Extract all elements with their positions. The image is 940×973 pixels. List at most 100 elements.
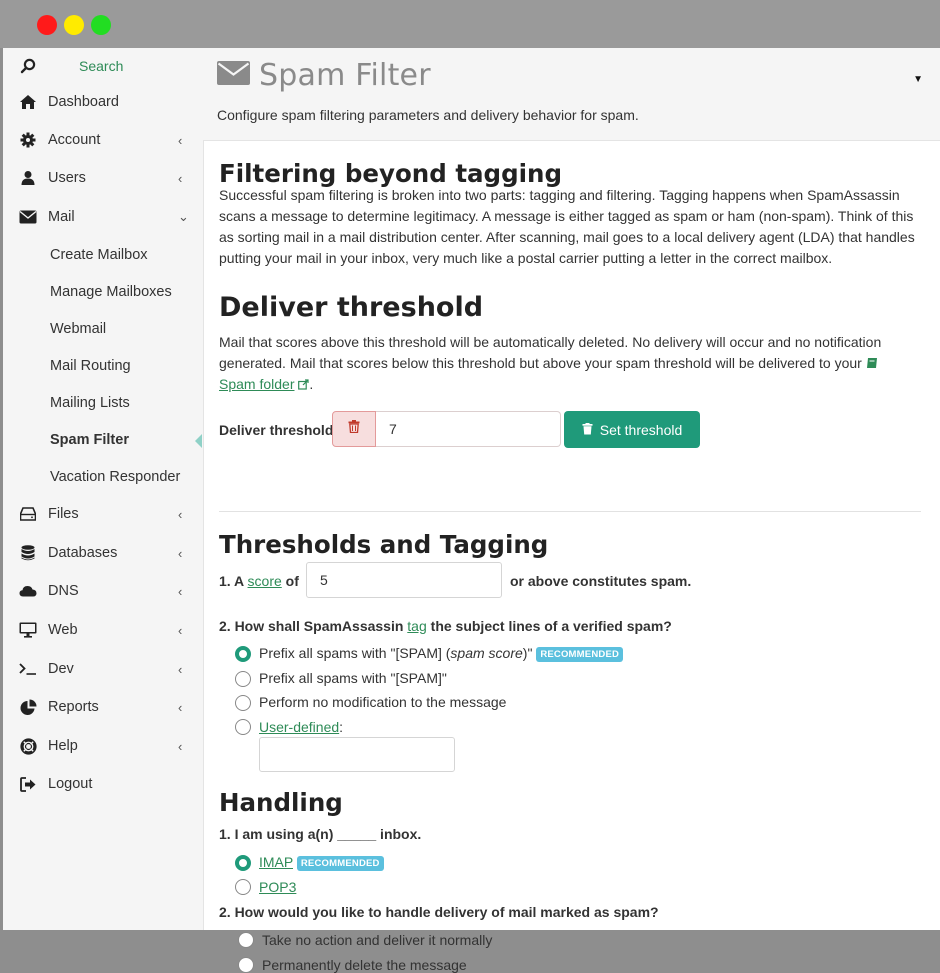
sidebar-item-spam-filter[interactable]: Spam Filter bbox=[3, 422, 203, 458]
window-titlebar bbox=[0, 0, 940, 48]
page-subtitle: Configure spam filtering parameters and … bbox=[217, 107, 639, 123]
score-link[interactable]: score bbox=[248, 573, 282, 589]
sidebar-item-databases[interactable]: Databases ‹ bbox=[3, 535, 203, 571]
score-input[interactable] bbox=[306, 562, 502, 598]
pie-chart-icon bbox=[17, 696, 39, 718]
sidebar-item-manage-mailboxes[interactable]: Manage Mailboxes bbox=[3, 274, 203, 310]
user-defined-link[interactable]: User-defined bbox=[259, 719, 339, 735]
sidebar-item-create-mailbox[interactable]: Create Mailbox bbox=[3, 237, 203, 273]
pop3-link[interactable]: POP3 bbox=[259, 879, 296, 895]
sidebar-search-label: Search bbox=[79, 58, 124, 74]
sidebar-item-label: Logout bbox=[48, 776, 93, 792]
sidebar-item-label: Users bbox=[48, 170, 86, 186]
recommended-badge: RECOMMENDED bbox=[536, 647, 624, 662]
inbox-option-imap-label[interactable]: IMAP RECOMMENDED bbox=[259, 854, 384, 871]
gear-icon bbox=[17, 129, 39, 151]
sidebar-item-label: Spam Filter bbox=[50, 432, 129, 448]
sidebar-search[interactable]: Search bbox=[3, 48, 203, 84]
deliver-threshold-input[interactable] bbox=[376, 411, 561, 447]
tag-option-prefix-score-label[interactable]: Prefix all spams with "[SPAM] (spam scor… bbox=[259, 645, 624, 662]
inbox-option-imap-radio[interactable] bbox=[235, 855, 251, 871]
sidebar-item-label: Mail Routing bbox=[50, 358, 131, 374]
trash-icon bbox=[348, 420, 360, 438]
tag-option-user-defined-label[interactable]: User-defined: bbox=[259, 719, 343, 735]
deliver-threshold-group bbox=[332, 411, 561, 447]
sidebar-item-label: Help bbox=[48, 738, 78, 754]
tag-option-prefix-spam-radio[interactable] bbox=[235, 671, 251, 687]
imap-link[interactable]: IMAP bbox=[259, 854, 293, 870]
handling-heading: Handling bbox=[219, 788, 343, 817]
sidebar-item-users[interactable]: Users ‹ bbox=[3, 160, 203, 196]
chevron-left-icon: ‹ bbox=[178, 170, 183, 186]
sidebar-item-mail[interactable]: Mail ⌄ bbox=[3, 199, 203, 235]
sidebar-item-logout[interactable]: Logout bbox=[3, 766, 203, 802]
inbox-question: 1. I am using a(n) _____ inbox. bbox=[219, 826, 422, 842]
monitor-icon bbox=[17, 619, 39, 641]
set-threshold-button[interactable]: Set threshold bbox=[564, 411, 700, 448]
delivery-option-delete-radio[interactable] bbox=[238, 957, 254, 973]
app-window: Search Dashboard Account ‹ Users ‹ Mail … bbox=[3, 48, 940, 973]
tag-question-prefix: 2. How shall SpamAssassin bbox=[219, 618, 404, 634]
sidebar-item-mailing-lists[interactable]: Mailing Lists bbox=[3, 385, 203, 421]
sidebar-item-label: Files bbox=[48, 506, 79, 522]
chevron-left-icon: ‹ bbox=[178, 506, 183, 522]
tag-option-prefix-spam-label[interactable]: Prefix all spams with "[SPAM]" bbox=[259, 670, 447, 686]
set-threshold-label: Set threshold bbox=[599, 421, 683, 438]
filtering-heading: Filtering beyond tagging bbox=[219, 159, 563, 188]
minimize-window-button[interactable] bbox=[64, 15, 84, 35]
sidebar-item-vacation-responder[interactable]: Vacation Responder bbox=[3, 459, 203, 495]
deliver-description-text: Mail that scores above this threshold wi… bbox=[219, 334, 882, 371]
delivery-option-delete-label[interactable]: Permanently delete the message bbox=[262, 957, 467, 973]
home-icon bbox=[17, 91, 39, 113]
envelope-icon bbox=[217, 61, 259, 90]
sidebar-item-webmail[interactable]: Webmail bbox=[3, 311, 203, 347]
envelope-icon bbox=[17, 206, 39, 228]
score-question-suffix: or above constitutes spam. bbox=[510, 573, 692, 589]
tag-link[interactable]: tag bbox=[407, 618, 426, 634]
sidebar-item-web[interactable]: Web ‹ bbox=[3, 612, 203, 648]
terminal-icon bbox=[17, 658, 39, 680]
chevron-left-icon: ‹ bbox=[178, 622, 183, 638]
delivery-option-no-action-radio[interactable] bbox=[238, 932, 254, 948]
sidebar-item-label: Mail bbox=[48, 209, 75, 225]
trash-icon bbox=[582, 422, 600, 438]
deliver-threshold-label: Deliver threshold bbox=[219, 422, 334, 438]
tag-option-no-modification-radio[interactable] bbox=[235, 695, 251, 711]
sidebar-item-label: Dev bbox=[48, 661, 74, 677]
drive-icon bbox=[17, 503, 39, 525]
delivery-option-no-action-label[interactable]: Take no action and deliver it normally bbox=[262, 932, 492, 948]
filtering-description: Successful spam filtering is broken into… bbox=[219, 187, 915, 266]
sidebar-item-mail-routing[interactable]: Mail Routing bbox=[3, 348, 203, 384]
sidebar-item-label: Create Mailbox bbox=[50, 247, 148, 263]
inbox-option-pop3-label[interactable]: POP3 bbox=[259, 879, 296, 895]
user-icon bbox=[17, 167, 39, 189]
tag-question: 2. How shall SpamAssassin tag the subjec… bbox=[219, 618, 672, 634]
user-defined-input[interactable] bbox=[259, 737, 455, 772]
tag-option-user-defined-radio[interactable] bbox=[235, 719, 251, 735]
tag-option-no-modification-label[interactable]: Perform no modification to the message bbox=[259, 694, 506, 710]
sidebar-item-files[interactable]: Files ‹ bbox=[3, 496, 203, 532]
deliver-description: Mail that scores above this threshold wi… bbox=[219, 334, 882, 392]
sign-out-icon bbox=[17, 773, 39, 795]
delivery-question: 2. How would you like to handle delivery… bbox=[219, 904, 659, 920]
caret-down-icon[interactable]: ▼ bbox=[913, 74, 923, 85]
close-window-button[interactable] bbox=[37, 15, 57, 35]
sidebar-item-label: Dashboard bbox=[48, 94, 119, 110]
maximize-window-button[interactable] bbox=[91, 15, 111, 35]
score-question-of: of bbox=[285, 573, 299, 589]
tag-option-prefix-score-radio[interactable] bbox=[235, 646, 251, 662]
chevron-left-icon: ‹ bbox=[178, 545, 183, 561]
database-icon bbox=[17, 542, 39, 564]
sidebar-item-account[interactable]: Account ‹ bbox=[3, 122, 203, 158]
delete-threshold-button[interactable] bbox=[332, 411, 376, 447]
sidebar-item-help[interactable]: Help ‹ bbox=[3, 728, 203, 764]
sidebar-item-dashboard[interactable]: Dashboard bbox=[3, 84, 203, 120]
sidebar-item-reports[interactable]: Reports ‹ bbox=[3, 689, 203, 725]
sidebar-item-dns[interactable]: DNS ‹ bbox=[3, 573, 203, 609]
spam-folder-link[interactable]: Spam folder bbox=[219, 376, 294, 392]
lifebuoy-icon bbox=[17, 735, 39, 757]
inbox-option-pop3-radio[interactable] bbox=[235, 879, 251, 895]
sidebar-item-label: Vacation Responder bbox=[50, 469, 181, 485]
sidebar-item-dev[interactable]: Dev ‹ bbox=[3, 651, 203, 687]
sidebar-item-label: Manage Mailboxes bbox=[50, 284, 172, 300]
